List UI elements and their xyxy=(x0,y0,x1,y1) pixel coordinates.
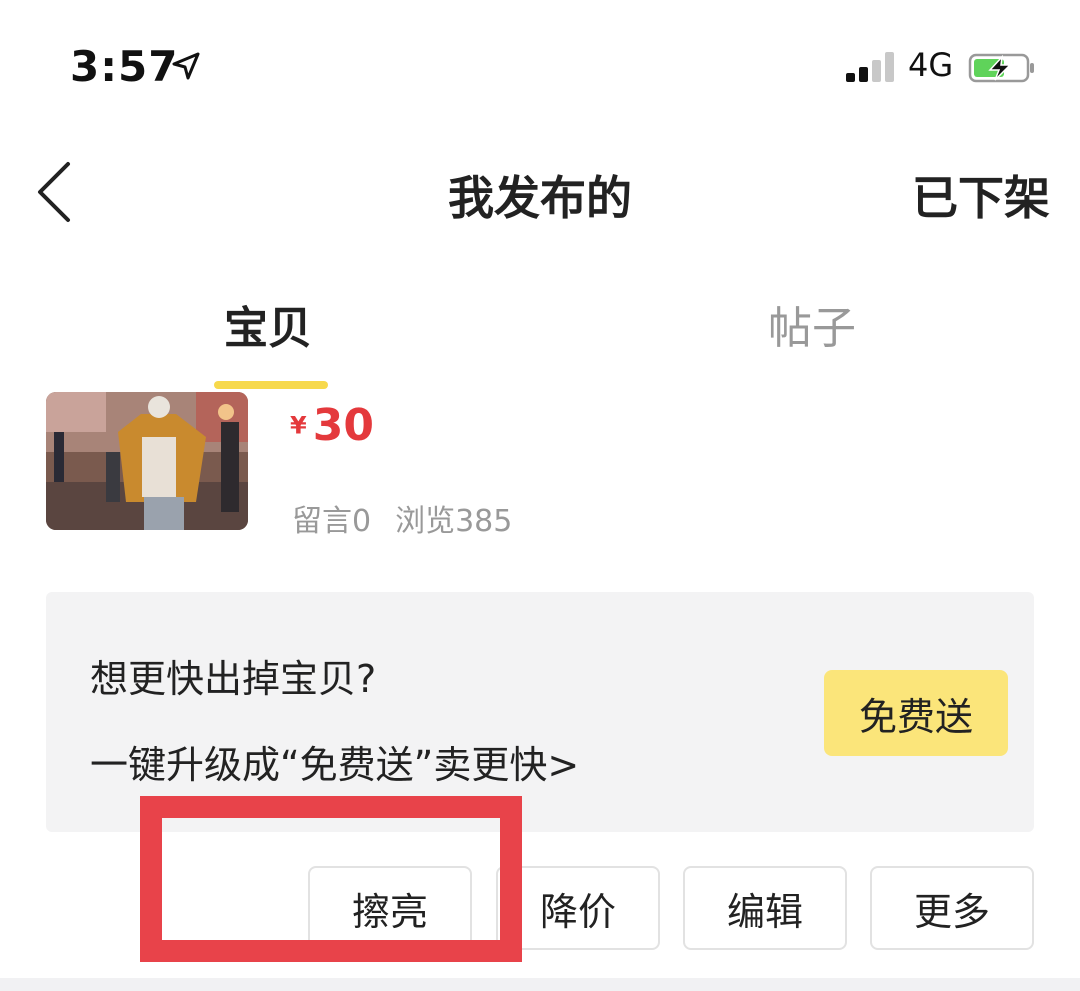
item-price: ¥30 xyxy=(290,400,374,451)
promo-upgrade-link[interactable]: 一键升级成“免费送”卖更快> xyxy=(90,734,579,789)
location-arrow-icon xyxy=(172,52,200,80)
edit-button[interactable]: 编辑 xyxy=(683,866,847,950)
currency-symbol: ¥ xyxy=(290,411,307,440)
active-tab-indicator xyxy=(214,381,328,389)
view-count: 浏览385 xyxy=(395,504,513,539)
cellular-signal-icon xyxy=(846,52,896,82)
status-time: 3:57 xyxy=(70,42,179,91)
free-giveaway-button[interactable]: 免费送 xyxy=(824,670,1008,756)
bottom-divider xyxy=(0,978,1080,991)
highlight-annotation-box xyxy=(140,796,522,962)
item-thumbnail-image[interactable] xyxy=(46,392,248,530)
promo-question: 想更快出掉宝贝? xyxy=(90,657,377,701)
network-type: 4G xyxy=(908,46,954,84)
battery-charging-icon xyxy=(968,53,1034,83)
more-button[interactable]: 更多 xyxy=(870,866,1034,950)
tab-posts[interactable]: 帖子 xyxy=(768,292,856,356)
price-value: 30 xyxy=(312,400,374,451)
tab-items[interactable]: 宝贝 xyxy=(224,292,312,356)
removed-listings-link[interactable]: 已下架 xyxy=(912,162,1050,228)
comment-count: 留言0 xyxy=(292,504,372,539)
item-stats: 留言0 浏览385 xyxy=(292,496,512,540)
